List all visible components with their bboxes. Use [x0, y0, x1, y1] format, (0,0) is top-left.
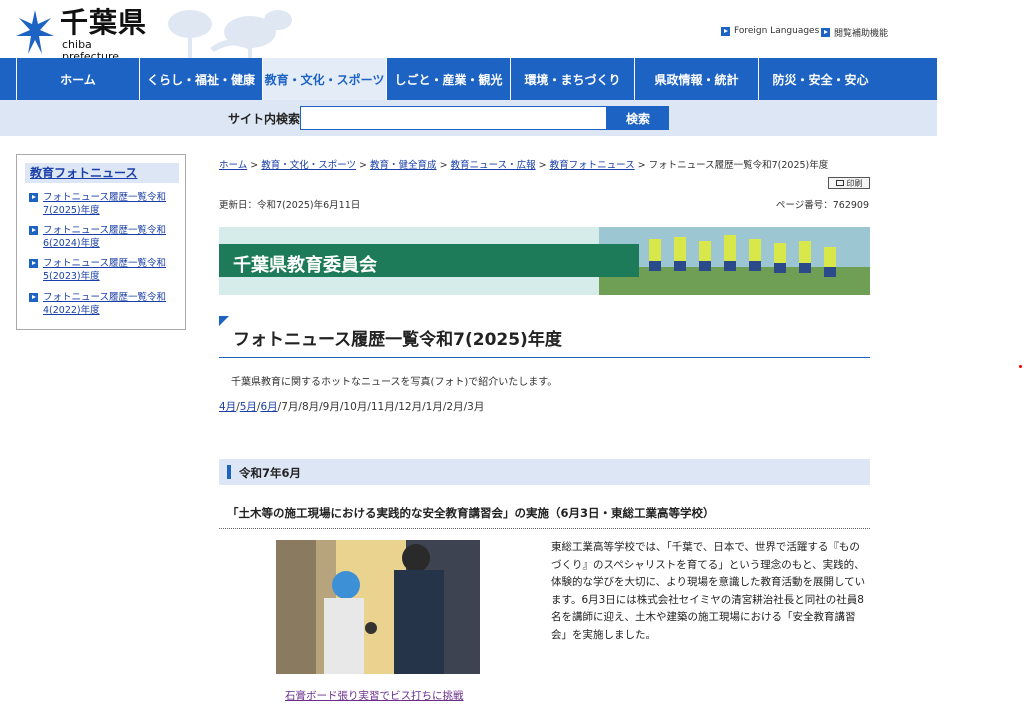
breadcrumb-link-home[interactable]: ホーム [219, 160, 247, 171]
board-of-education-banner: 千葉県教育委員会 [219, 227, 870, 295]
month-august: 8月 [301, 401, 320, 413]
sidebar-item-2024[interactable]: フォトニュース履歴一覧令和6(2024)年度 [29, 224, 179, 250]
foreign-languages-label: Foreign Languages [734, 26, 820, 36]
section-heading-block: 令和7年6月 [219, 459, 870, 485]
sidebar-item-label[interactable]: フォトニュース履歴一覧令和6(2024)年度 [43, 225, 166, 249]
photo-caption[interactable]: 石膏ボード張り実習でビス打ちに挑戦 [285, 688, 464, 703]
month-october: 10月 [343, 401, 368, 413]
arrow-bullet-icon [721, 26, 730, 36]
search-bar: サイト内検索 検索 [0, 100, 937, 136]
banner-title: 千葉県教育委員会 [233, 255, 377, 276]
global-nav: ホーム くらし・福祉・健康 教育・文化・スポーツ しごと・産業・観光 環境・まち… [0, 58, 937, 100]
search-button[interactable]: 検索 [607, 106, 669, 130]
section-heading: 令和7年6月 [239, 466, 302, 480]
breadcrumb-separator: > [436, 160, 451, 171]
sidebar-title[interactable]: 教育フォトニュース [25, 163, 179, 183]
header-decoration-illustration [168, 10, 292, 58]
search-input[interactable] [300, 106, 607, 130]
article-body: 東総工業高等学校では、「千葉で、日本で、世界で活躍する『ものづくり』のスペシャリ… [551, 541, 866, 641]
nav-item-home[interactable]: ホーム [16, 58, 139, 100]
accessibility-link[interactable]: 閲覧補助機能 [821, 26, 888, 39]
month-link-june[interactable]: 6月 [260, 401, 277, 413]
article-photo-image [276, 540, 480, 674]
heading-bar-icon [227, 465, 231, 479]
arrow-bullet-icon [29, 193, 38, 202]
page-number: ページ番号：762909 [775, 200, 869, 211]
nav-item-education[interactable]: 教育・文化・スポーツ [262, 58, 386, 100]
month-november: 11月 [370, 401, 395, 413]
breadcrumb: ホーム > 教育・文化・スポーツ > 教育・健全育成 > 教育ニュース・広報 >… [219, 157, 828, 171]
month-december: 12月 [398, 401, 423, 413]
arrow-bullet-icon [29, 293, 38, 302]
red-dot-marker [1019, 365, 1022, 368]
site-header: 千葉県 chiba prefecture Foreign Languages 閲… [0, 0, 937, 63]
month-link-april[interactable]: 4月 [219, 401, 236, 413]
sidebar-item-2023[interactable]: フォトニュース履歴一覧令和5(2023)年度 [29, 257, 179, 283]
nav-item-safety[interactable]: 防災・安全・安心 [758, 58, 882, 100]
breadcrumb-link-news[interactable]: 教育ニュース・広報 [451, 160, 536, 171]
arrow-bullet-icon [821, 28, 830, 37]
print-label: 印刷 [846, 178, 863, 188]
article-title: 「土木等の施工現場における実践的な安全教育講習会」の実施（6月3日・東総工業高等… [219, 505, 870, 529]
month-september: 9月 [322, 401, 340, 413]
breadcrumb-current: フォトニュース履歴一覧令和7(2025)年度 [648, 160, 829, 171]
intro-text: 千葉県教育に関するホットなニュースを写真(フォト)で紹介いたします。 [231, 377, 558, 388]
sidebar: 教育フォトニュース フォトニュース履歴一覧令和7(2025)年度 フォトニュース… [16, 154, 186, 330]
month-march: 3月 [467, 401, 485, 413]
nav-item-government[interactable]: 県政情報・統計 [634, 58, 758, 100]
heading-corner-icon [219, 316, 229, 326]
page-title: フォトニュース履歴一覧令和7(2025)年度 [233, 330, 562, 350]
logo-text-jp: 千葉県 [60, 6, 148, 39]
nav-item-living[interactable]: くらし・福祉・健康 [139, 58, 262, 100]
print-button[interactable]: 印刷 [828, 177, 870, 189]
search-label: サイト内検索 [228, 112, 301, 126]
nav-item-environment[interactable]: 環境・まちづくり [510, 58, 634, 100]
nav-item-work[interactable]: しごと・産業・観光 [386, 58, 510, 100]
sidebar-item-label[interactable]: フォトニュース履歴一覧令和7(2025)年度 [43, 192, 166, 216]
arrow-bullet-icon [29, 226, 38, 235]
breadcrumb-separator: > [356, 160, 371, 171]
breadcrumb-link-photonews[interactable]: 教育フォトニュース [550, 160, 635, 171]
month-february: 2月 [446, 401, 464, 413]
chiba-logo-icon [16, 10, 54, 54]
page-title-block: フォトニュース履歴一覧令和7(2025)年度 [219, 316, 870, 358]
sidebar-item-2025[interactable]: フォトニュース履歴一覧令和7(2025)年度 [29, 191, 179, 217]
breadcrumb-separator: > [247, 160, 262, 171]
month-links: 4月/5月/6月/7月/8月/9月/10月/11月/12月/1月/2月/3月 [219, 399, 484, 414]
site-logo[interactable]: 千葉県 chiba prefecture [16, 6, 151, 63]
foreign-languages-link[interactable]: Foreign Languages [721, 26, 819, 36]
updated-date: 更新日：令和7(2025)年6月11日 [219, 200, 361, 211]
month-july: 7月 [281, 401, 299, 413]
sidebar-item-2022[interactable]: フォトニュース履歴一覧令和4(2022)年度 [29, 291, 179, 317]
breadcrumb-separator: > [634, 160, 649, 171]
month-january: 1月 [425, 401, 443, 413]
sidebar-item-label[interactable]: フォトニュース履歴一覧令和5(2023)年度 [43, 258, 166, 282]
arrow-bullet-icon [29, 259, 38, 268]
printer-icon [835, 180, 844, 186]
article-photo[interactable] [276, 540, 480, 674]
accessibility-label: 閲覧補助機能 [834, 29, 889, 39]
sidebar-item-label[interactable]: フォトニュース履歴一覧令和4(2022)年度 [43, 292, 166, 316]
breadcrumb-separator: > [535, 160, 550, 171]
breadcrumb-link-education-culture[interactable]: 教育・文化・スポーツ [261, 160, 356, 171]
month-link-may[interactable]: 5月 [240, 401, 257, 413]
breadcrumb-link-education[interactable]: 教育・健全育成 [370, 160, 437, 171]
